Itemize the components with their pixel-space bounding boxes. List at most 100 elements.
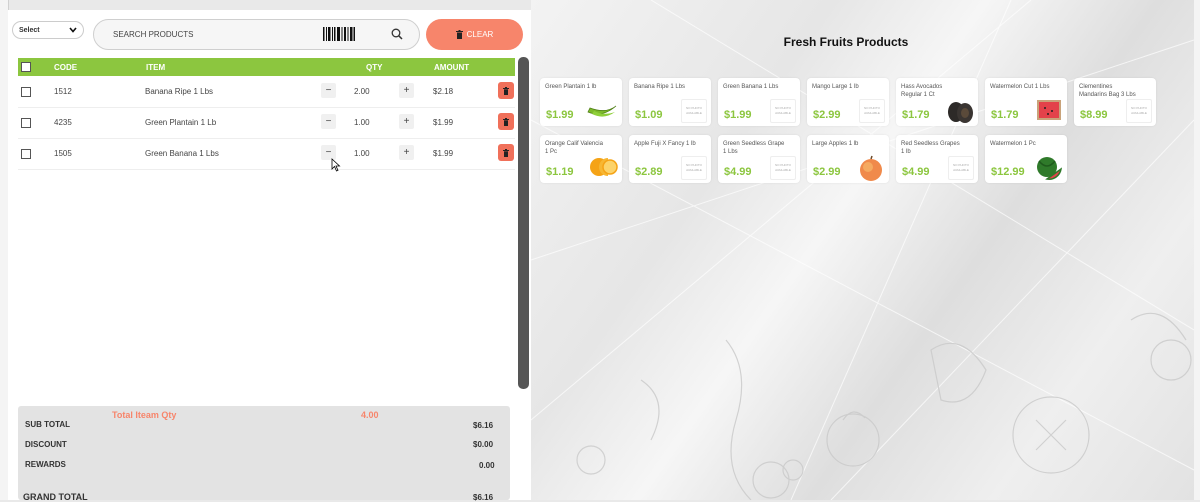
clear-button-label: CLEAR (466, 30, 494, 39)
row-code: 1505 (54, 149, 72, 158)
row-code: 4235 (54, 118, 72, 127)
header-code: CODE (54, 63, 78, 72)
table-header: CODE ITEM QTY AMOUNT (18, 58, 515, 76)
product-name: Green Plantain 1 lb (545, 84, 597, 90)
product-card[interactable]: Banana Ripe 1 Lbs $1.09 NO PHOTO AVAILAB… (629, 78, 711, 126)
product-price: $2.89 (635, 166, 663, 178)
watermelon-icon (1037, 157, 1063, 180)
row-qty[interactable]: 1.00 (354, 149, 370, 158)
no-photo-placeholder: NO PHOTO AVAILABLE (770, 99, 796, 123)
trash-icon (503, 148, 509, 157)
mouse-cursor-icon (331, 158, 341, 172)
decrease-qty-button[interactable]: − (321, 114, 336, 129)
product-card[interactable]: Clementines Mandarins Bag 3 Lbs $8.99 NO… (1074, 78, 1156, 126)
product-card[interactable]: Orange Calif Valencia 1 Pc $1.19 (540, 135, 622, 183)
row-qty[interactable]: 1.00 (354, 118, 370, 127)
decrease-qty-button[interactable]: − (321, 83, 336, 98)
increase-qty-button[interactable]: + (399, 114, 414, 129)
chevron-down-icon (69, 27, 77, 33)
plantain-icon (587, 105, 617, 117)
no-photo-placeholder: NO PHOTO AVAILABLE (1126, 99, 1152, 123)
category-select[interactable]: Select (12, 21, 84, 39)
select-all-checkbox[interactable] (21, 62, 31, 72)
product-name: Red Seedless Grapes 1 lb (901, 141, 960, 155)
product-card[interactable]: Green Seedless Grape 1 Lbs $4.99 NO PHOT… (718, 135, 800, 183)
table-row: 1505 Green Banana 1 Lbs − 1.00 + $1.99 (18, 138, 515, 170)
increase-qty-button[interactable]: + (399, 145, 414, 160)
header-amount: AMOUNT (434, 63, 470, 72)
clear-button[interactable]: CLEAR (426, 19, 523, 50)
product-name: Watermelon Cut 1 Lbs (990, 84, 1050, 90)
totals-summary: Total Iteam Qty 4.00 SUB TOTAL $6.16 DIS… (18, 406, 510, 502)
row-item: Banana Ripe 1 Lbs (145, 87, 214, 96)
product-card[interactable]: Large Apples 1 lb $2.99 (807, 135, 889, 183)
delete-row-button[interactable] (498, 113, 514, 130)
table-row: 1512 Banana Ripe 1 Lbs − 2.00 + $2.18 (18, 76, 515, 108)
search-bar[interactable]: SEARCH PRODUCTS (93, 19, 420, 50)
header-item: ITEM (146, 63, 166, 72)
no-photo-placeholder: NO PHOTO AVAILABLE (681, 156, 707, 180)
header-qty: QTY (366, 63, 383, 72)
product-card[interactable]: Watermelon Cut 1 Lbs $1.79 (985, 78, 1067, 126)
watermelon-cut-icon (1037, 100, 1061, 120)
avocado-icon (948, 102, 973, 123)
sub-total-label: SUB TOTAL (25, 420, 71, 429)
search-icon[interactable] (391, 28, 403, 40)
product-name: Apple Fuji X Fancy 1 lb (634, 141, 696, 147)
row-item: Green Plantain 1 Lb (145, 118, 217, 127)
delete-row-button[interactable] (498, 82, 514, 99)
product-price: $2.99 (813, 166, 841, 178)
product-name: Clementines Mandarins Bag 3 Lbs (1079, 84, 1136, 98)
background-pattern (531, 0, 1194, 500)
product-card[interactable]: Apple Fuji X Fancy 1 lb $2.89 NO PHOTO A… (629, 135, 711, 183)
product-name: Orange Calif Valencia 1 Pc (545, 141, 603, 155)
products-panel: Fresh Fruits Products Green Plantain 1 l… (531, 0, 1194, 500)
product-card[interactable]: Red Seedless Grapes 1 lb $4.99 NO PHOTO … (896, 135, 978, 183)
row-checkbox[interactable] (21, 118, 31, 128)
product-price: $1.99 (546, 109, 574, 121)
product-price: $1.09 (635, 109, 663, 121)
total-qty-value: 4.00 (361, 410, 379, 420)
increase-qty-button[interactable]: + (399, 83, 414, 98)
category-select-label: Select (19, 26, 40, 34)
product-name: Green Seedless Grape 1 Lbs (723, 141, 785, 155)
row-checkbox[interactable] (21, 87, 31, 97)
no-photo-placeholder: NO PHOTO AVAILABLE (859, 99, 885, 123)
sub-total-value: $6.16 (473, 421, 494, 430)
product-card[interactable]: Green Banana 1 Lbs $1.99 NO PHOTO AVAILA… (718, 78, 800, 126)
product-price: $1.99 (724, 109, 752, 121)
grand-total-value: $6.16 (473, 493, 494, 502)
product-price: $12.99 (991, 166, 1025, 178)
trash-icon (503, 117, 509, 126)
row-amount: $1.99 (433, 149, 454, 158)
product-card[interactable]: Mango Large 1 lb $2.99 NO PHOTO AVAILABL… (807, 78, 889, 126)
row-item: Green Banana 1 Lbs (145, 149, 219, 158)
row-amount: $2.18 (433, 87, 454, 96)
product-name: Hass Avocados Regular 1 Ct (901, 84, 943, 98)
cart-scrollbar[interactable] (518, 57, 529, 389)
no-photo-placeholder: NO PHOTO AVAILABLE (770, 156, 796, 180)
row-checkbox[interactable] (21, 149, 31, 159)
rewards-value: 0.00 (479, 461, 495, 470)
product-card[interactable]: Hass Avocados Regular 1 Ct $1.79 (896, 78, 978, 126)
search-input[interactable]: SEARCH PRODUCTS (113, 30, 193, 39)
product-name: Banana Ripe 1 Lbs (634, 84, 686, 90)
row-code: 1512 (54, 87, 72, 96)
product-card[interactable]: Green Plantain 1 lb $1.99 (540, 78, 622, 126)
orange-icon (590, 158, 618, 176)
trash-icon (503, 86, 509, 95)
product-price: $1.79 (902, 109, 930, 121)
row-qty[interactable]: 2.00 (354, 87, 370, 96)
cart-panel: Select SEARCH PRODUCTS CLEAR CODE ITEM Q… (8, 10, 531, 502)
discount-value: $0.00 (473, 440, 494, 449)
product-price: $8.99 (1080, 109, 1108, 121)
product-price: $1.79 (991, 109, 1019, 121)
table-row: 4235 Green Plantain 1 Lb − 1.00 + $1.99 (18, 107, 515, 139)
trash-icon (455, 30, 463, 39)
delete-row-button[interactable] (498, 144, 514, 161)
barcode-icon[interactable] (323, 27, 355, 41)
total-qty-label: Total Iteam Qty (112, 410, 177, 420)
no-photo-placeholder: NO PHOTO AVAILABLE (681, 99, 707, 123)
product-name: Mango Large 1 lb (812, 84, 859, 90)
product-card[interactable]: Watermelon 1 Pc $12.99 (985, 135, 1067, 183)
